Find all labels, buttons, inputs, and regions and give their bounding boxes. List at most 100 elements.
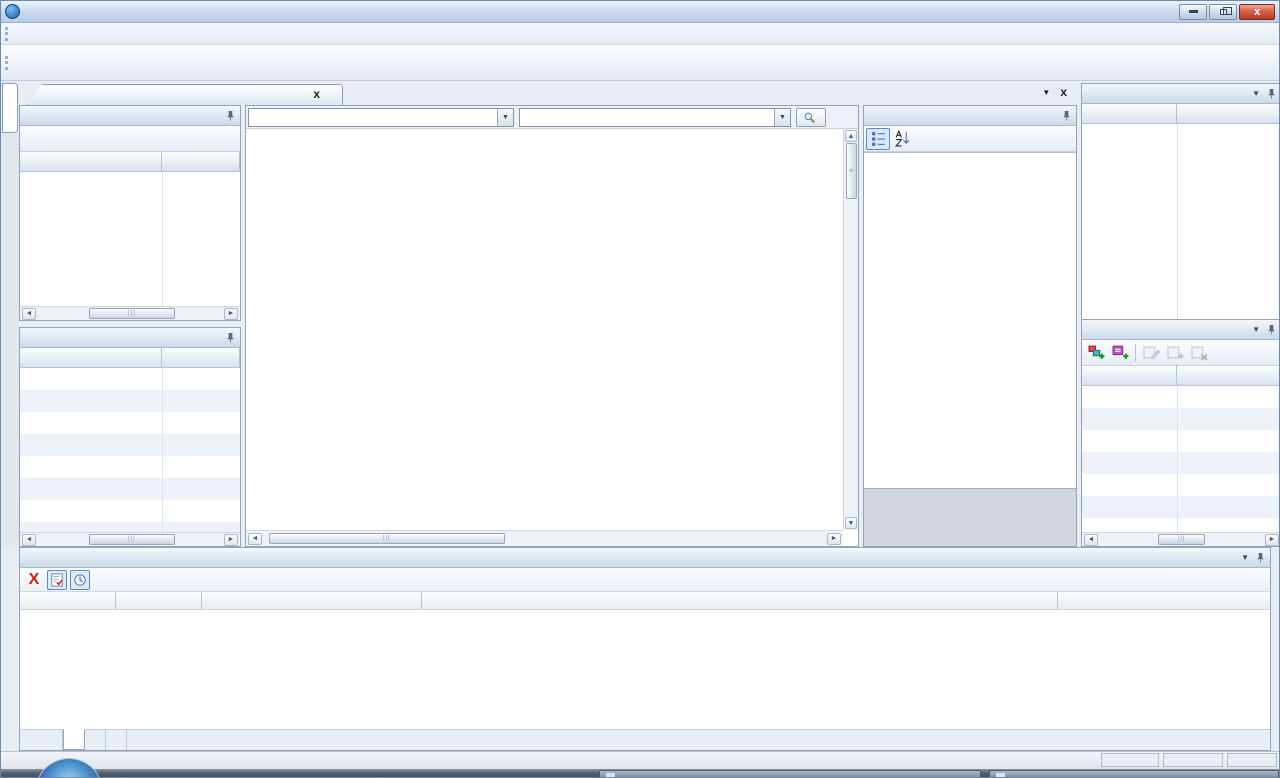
yesspot-studio-window: x x ▼ x bbox=[0, 0, 1280, 778]
chevron-down-icon[interactable]: ▼ bbox=[774, 109, 790, 126]
pin-icon[interactable] bbox=[1256, 552, 1265, 563]
chevron-down-icon[interactable]: ▼ bbox=[1241, 553, 1249, 562]
scrollbar-thumb[interactable]: ||| bbox=[269, 533, 505, 544]
scroll-right-icon[interactable]: ► bbox=[224, 534, 238, 546]
restore-button[interactable] bbox=[1209, 4, 1237, 20]
scroll-left-icon[interactable]: ◄ bbox=[22, 534, 36, 546]
code-area[interactable] bbox=[246, 129, 843, 530]
menu-view[interactable] bbox=[49, 32, 67, 36]
add-function-button[interactable] bbox=[1108, 342, 1132, 364]
minimize-button[interactable] bbox=[1179, 4, 1207, 20]
pin-icon[interactable] bbox=[1267, 88, 1276, 99]
find-button[interactable] bbox=[796, 108, 826, 127]
scroll-right-icon[interactable]: ► bbox=[1265, 534, 1279, 546]
scroll-right-icon[interactable]: ► bbox=[827, 533, 841, 545]
module-tree[interactable] bbox=[20, 368, 240, 532]
panel-caption bbox=[20, 328, 240, 348]
horizontal-scrollbar[interactable]: ◄ ||| ► bbox=[20, 532, 240, 546]
module-manager-toolbar bbox=[1082, 340, 1280, 366]
pin-icon[interactable] bbox=[1062, 110, 1071, 121]
edit-icon bbox=[1143, 344, 1160, 361]
close-button[interactable]: x bbox=[1239, 4, 1275, 20]
pin-icon[interactable] bbox=[1267, 324, 1276, 335]
scroll-down-icon[interactable]: ▼ bbox=[845, 517, 857, 529]
tab-find-results-2[interactable] bbox=[106, 730, 127, 750]
alphabetical-sort-button[interactable] bbox=[890, 128, 914, 150]
chevron-down-icon[interactable]: ▼ bbox=[1252, 325, 1260, 334]
menu-edit[interactable] bbox=[31, 32, 49, 36]
restore-icon bbox=[1220, 9, 1227, 15]
column-header-desc[interactable] bbox=[162, 348, 240, 367]
tab-find-results-1[interactable] bbox=[85, 730, 106, 750]
toggle-time-button[interactable] bbox=[70, 570, 90, 590]
scrollbar-thumb[interactable]: ≡ bbox=[846, 143, 857, 199]
column-header-line[interactable] bbox=[116, 592, 202, 609]
column-header-strategy[interactable] bbox=[20, 592, 116, 609]
column-header-name[interactable] bbox=[1082, 104, 1177, 123]
az-sort-icon bbox=[894, 130, 911, 147]
title-bar: x bbox=[1, 1, 1279, 23]
add-icon bbox=[1167, 344, 1184, 361]
scroll-left-icon[interactable]: ◄ bbox=[22, 308, 36, 320]
properties-toolbar bbox=[864, 126, 1076, 152]
scroll-up-icon[interactable]: ▲ bbox=[845, 130, 857, 142]
scroll-left-icon[interactable]: ◄ bbox=[248, 533, 262, 545]
document-tabstrip: x ▼ x bbox=[19, 81, 1077, 105]
column-separator bbox=[162, 368, 163, 532]
object-tree[interactable] bbox=[20, 172, 240, 306]
column-header-message[interactable] bbox=[202, 592, 422, 609]
script-objects-toolbar bbox=[20, 126, 240, 152]
scrollbar-thumb[interactable]: ||| bbox=[89, 308, 175, 319]
tab-error-report[interactable] bbox=[63, 729, 85, 750]
scrollbar-thumb[interactable]: ||| bbox=[1158, 534, 1204, 545]
taskbar-button[interactable] bbox=[599, 770, 981, 778]
document-tab[interactable]: x bbox=[27, 84, 343, 105]
column-header-desc[interactable] bbox=[1177, 366, 1280, 385]
pin-icon[interactable] bbox=[226, 332, 235, 343]
scrollbar-thumb[interactable]: ||| bbox=[89, 534, 175, 545]
object-combobox[interactable]: ▼ bbox=[248, 108, 514, 127]
code-editor: ▼ ▼ ▲ ≡ ▼ ◄ ||| ► bbox=[245, 105, 859, 547]
pin-icon[interactable] bbox=[226, 110, 235, 121]
menu-help[interactable] bbox=[67, 32, 85, 36]
clear-errors-button[interactable]: X bbox=[24, 572, 44, 588]
vertical-scrollbar[interactable]: ▲ ≡ ▼ bbox=[843, 129, 858, 530]
column-header-type[interactable] bbox=[162, 152, 240, 171]
add-module-button bbox=[1163, 342, 1187, 364]
tab-debugging[interactable] bbox=[42, 730, 63, 750]
toggle-checklist-button[interactable] bbox=[47, 570, 67, 590]
column-header-index[interactable] bbox=[1177, 104, 1280, 123]
chevron-down-icon[interactable]: ▼ bbox=[1042, 88, 1050, 97]
search-icon bbox=[803, 111, 816, 124]
column-header-name[interactable] bbox=[1082, 366, 1177, 385]
collapsed-panel-tab[interactable] bbox=[2, 83, 18, 133]
scroll-left-icon[interactable]: ◄ bbox=[1084, 534, 1098, 546]
toolbar-separator bbox=[1135, 344, 1136, 362]
horizontal-scrollbar[interactable]: ◄ ||| ► bbox=[1082, 532, 1280, 546]
tab-close-icon[interactable]: x bbox=[313, 87, 320, 101]
column-header-row bbox=[1082, 366, 1280, 386]
dock-close-icon[interactable]: x bbox=[1060, 87, 1067, 97]
add-object-button[interactable] bbox=[1084, 342, 1108, 364]
toolbar-grip bbox=[5, 27, 8, 41]
chevron-down-icon[interactable]: ▼ bbox=[1252, 89, 1260, 98]
categorized-view-button[interactable] bbox=[866, 128, 890, 150]
properties-panel bbox=[863, 105, 1077, 547]
column-header-name[interactable] bbox=[20, 152, 162, 171]
horizontal-scrollbar[interactable]: ◄ ||| ► bbox=[246, 530, 843, 546]
chevron-down-icon[interactable]: ▼ bbox=[497, 109, 513, 126]
column-header-blank bbox=[1058, 592, 1270, 609]
horizontal-scrollbar[interactable]: ◄ ||| ► bbox=[20, 306, 240, 320]
module-manager-tree[interactable] bbox=[1082, 386, 1280, 532]
scroll-right-icon[interactable]: ► bbox=[224, 308, 238, 320]
main-toolbar bbox=[1, 45, 1279, 81]
categorized-icon bbox=[870, 130, 887, 147]
minimize-icon bbox=[1189, 10, 1198, 13]
event-combobox[interactable]: ▼ bbox=[519, 108, 791, 127]
menu-file[interactable] bbox=[13, 32, 31, 36]
error-list[interactable] bbox=[20, 610, 1270, 729]
column-header-name[interactable] bbox=[20, 348, 162, 367]
status-cell bbox=[1227, 753, 1277, 767]
taskbar-button[interactable] bbox=[989, 770, 1279, 778]
error-table-header bbox=[20, 592, 1270, 610]
